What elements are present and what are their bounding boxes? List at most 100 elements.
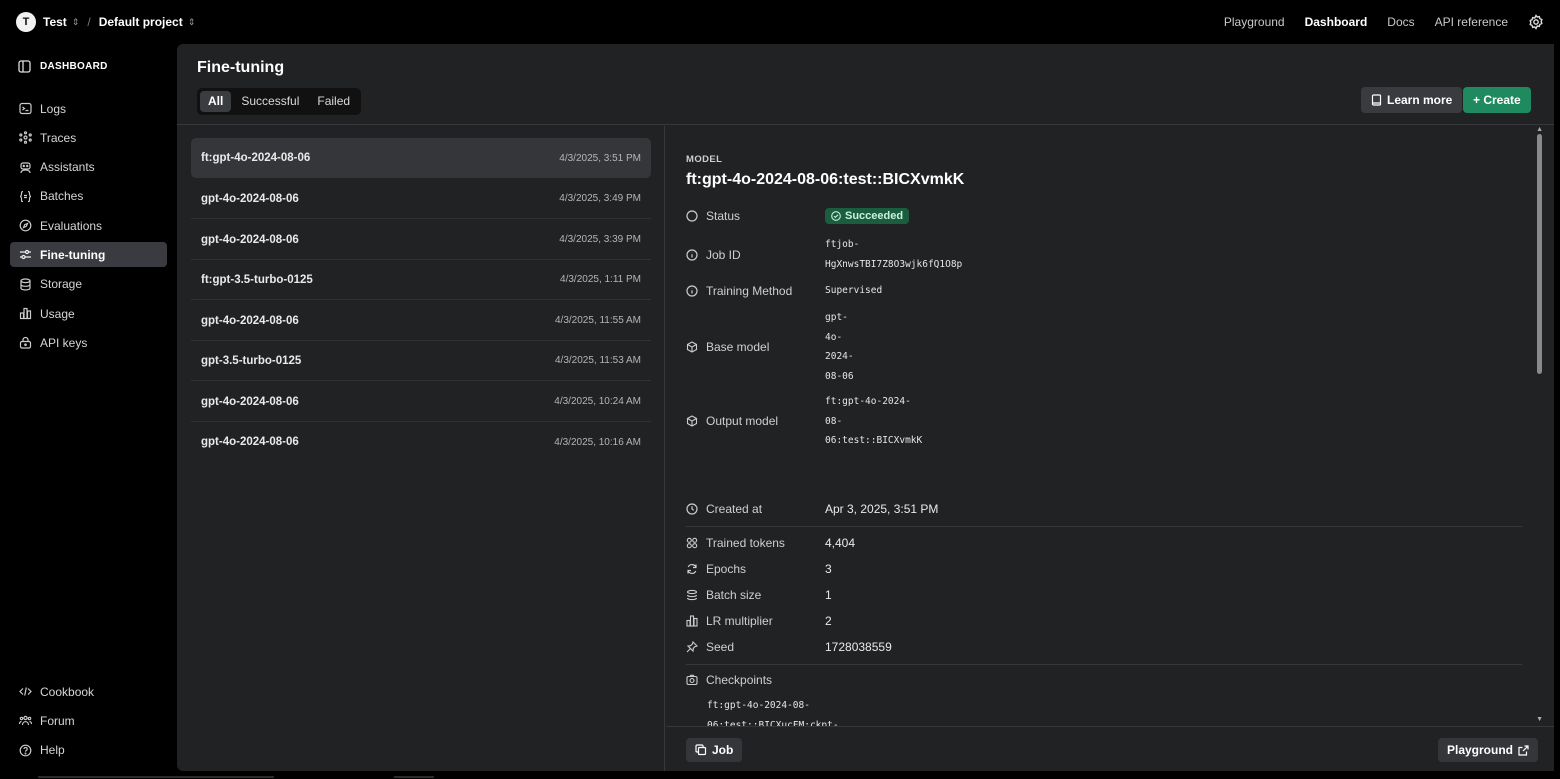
chevron-updown-icon[interactable]: ⇕ — [188, 17, 196, 28]
clock-icon — [686, 503, 698, 515]
sidebar-item-assistants[interactable]: Assistants — [10, 155, 167, 180]
job-detail-panel: MODEL ft:gpt-4o-2024-08-06:test::BICXvmk… — [666, 126, 1554, 771]
nav-docs[interactable]: Docs — [1387, 15, 1414, 29]
nav-api-reference[interactable]: API reference — [1435, 15, 1508, 29]
job-id-label-wrap: Job ID — [686, 248, 825, 262]
sidebar-item-label: Usage — [40, 306, 75, 321]
sidebar-item-label: Storage — [40, 277, 83, 292]
job-row[interactable]: gpt-4o-2024-08-06 4/3/2025, 10:16 AM — [191, 422, 651, 462]
sidebar-item-evaluations[interactable]: Evaluations — [10, 213, 167, 238]
epochs-row: Epochs 3 — [686, 562, 832, 576]
sidebar-item-label: Traces — [40, 130, 77, 145]
sidebar-item-label: API keys — [40, 335, 88, 350]
sidebar-item-api-keys[interactable]: API keys — [10, 330, 167, 355]
job-name: gpt-4o-2024-08-06 — [201, 436, 299, 448]
output-model-line: 06:test::BICXvmkK — [825, 435, 923, 446]
sidebar-header[interactable]: DASHBOARD — [18, 60, 108, 73]
nav-dashboard[interactable]: Dashboard — [1305, 15, 1368, 29]
output-model-label-wrap: Output model — [686, 414, 825, 428]
pin-icon — [686, 641, 698, 653]
job-list: ft:gpt-4o-2024-08-06 4/3/2025, 3:51 PM g… — [177, 126, 665, 771]
sidebar-item-forum[interactable]: Forum — [10, 708, 167, 733]
playground-button[interactable]: Playground — [1438, 738, 1539, 762]
sidebar-item-cookbook[interactable]: Cookbook — [10, 679, 167, 704]
job-id-value[interactable]: ftjob- HgXnwsTBI7Z8O3wjk6fQ1O8p — [825, 235, 962, 274]
sidebar-item-storage[interactable]: Storage — [10, 272, 167, 297]
job-row[interactable]: gpt-4o-2024-08-06 4/3/2025, 3:39 PM — [191, 220, 651, 260]
job-name: gpt-4o-2024-08-06 — [201, 192, 299, 205]
output-model-line: 08- — [825, 415, 843, 427]
status-label-wrap: Status — [686, 209, 825, 223]
base-model-label-wrap: Base model — [686, 340, 825, 354]
model-name: ft:gpt-4o-2024-08-06:test::BICXvmkK — [686, 171, 965, 188]
job-button[interactable]: Job — [686, 738, 743, 762]
base-model-line: gpt- — [825, 312, 848, 323]
job-time: 4/3/2025, 11:55 AM — [555, 315, 641, 326]
sidebar-item-label: Forum — [40, 713, 75, 728]
stack-icon — [686, 589, 698, 601]
job-row[interactable]: gpt-4o-2024-08-06 4/3/2025, 3:49 PM — [191, 179, 651, 219]
taskbar-segment — [394, 776, 434, 778]
sidebar-item-help[interactable]: Help — [10, 738, 167, 763]
detail-scrollbar[interactable] — [1537, 134, 1542, 374]
status-row: Status Succeeded — [686, 208, 910, 224]
job-row[interactable]: gpt-4o-2024-08-06 4/3/2025, 10:24 AM — [191, 382, 651, 422]
top-bar: T Test ⇕ / Default project ⇕ Playground … — [0, 0, 1560, 44]
org-avatar[interactable]: T — [16, 12, 36, 32]
seed-label: Seed — [706, 640, 735, 654]
batch-size-label: Batch size — [706, 588, 762, 602]
trained-tokens-label: Trained tokens — [706, 536, 785, 550]
trained-tokens-value: 4,404 — [825, 536, 856, 550]
sidebar-header-label: DASHBOARD — [40, 61, 108, 72]
bottom-strip — [0, 771, 1560, 779]
org-switcher[interactable]: Test — [43, 15, 67, 29]
sidebar-item-label: Logs — [40, 101, 67, 116]
job-detail-scroll[interactable]: MODEL ft:gpt-4o-2024-08-06:test::BICXvmk… — [666, 126, 1546, 726]
robot-icon — [20, 161, 31, 173]
sidebar-item-logs[interactable]: Logs — [10, 96, 167, 121]
chevron-updown-icon[interactable]: ⇕ — [72, 17, 80, 28]
sidebar-toggle-icon[interactable] — [18, 60, 31, 73]
scroll-down-arrow-icon[interactable]: ▼ — [1536, 716, 1543, 723]
epochs-value: 3 — [825, 562, 832, 576]
trained-tokens-row: Trained tokens 4,404 — [686, 536, 855, 550]
job-name: gpt-4o-2024-08-06 — [201, 395, 299, 408]
checkpoint-item[interactable]: ft:gpt-4o-2024-08- 06:test::BICXucFM:ckp… — [707, 696, 839, 726]
sliders-icon — [20, 250, 31, 260]
output-model-value[interactable]: ft:gpt-4o-2024- 08- 06:test::BICXvmkK — [825, 392, 922, 451]
page-header: Fine-tuning All Successful Failed Learn … — [177, 44, 1554, 125]
job-name: ft:gpt-4o-2024-08-06 — [201, 152, 311, 164]
sidebar-item-fine-tuning[interactable]: Fine-tuning — [10, 242, 167, 268]
seed-value: 1728038559 — [825, 640, 892, 654]
learn-more-button[interactable]: Learn more — [1361, 87, 1463, 113]
job-row[interactable]: gpt-3.5-turbo-0125 4/3/2025, 11:53 AM — [191, 341, 651, 381]
base-model-value[interactable]: gpt- 4o- 2024- 08-06 — [825, 308, 854, 386]
job-id-label: Job ID — [706, 247, 741, 262]
sidebar-item-usage[interactable]: Usage — [10, 301, 167, 326]
filter-successful[interactable]: Successful — [233, 91, 307, 112]
create-button[interactable]: + Create — [1463, 87, 1531, 113]
checkpoint-line: 06:test::BICXucFM:ckpt- — [707, 719, 839, 727]
cube-icon — [686, 341, 698, 353]
job-row[interactable]: gpt-4o-2024-08-06 4/3/2025, 11:55 AM — [191, 301, 651, 341]
main-panel: Fine-tuning All Successful Failed Learn … — [177, 44, 1554, 771]
tokens-icon — [686, 537, 698, 549]
sidebar-item-traces[interactable]: Traces — [10, 125, 167, 150]
sidebar-item-batches[interactable]: Batches — [10, 184, 167, 209]
sidebar-bottom: Cookbook Forum Help — [10, 679, 167, 767]
training-method-row: Training Method Supervised — [686, 281, 882, 301]
lr-multiplier-row: LR multiplier 2 — [686, 614, 832, 628]
people-icon — [19, 716, 32, 726]
filter-all[interactable]: All — [200, 91, 232, 112]
settings-gear-icon[interactable] — [1528, 14, 1544, 30]
sidebar-item-label: Cookbook — [40, 684, 95, 699]
status-filter: All Successful Failed — [197, 88, 362, 115]
job-row[interactable]: ft:gpt-3.5-turbo-0125 4/3/2025, 1:11 PM — [191, 260, 651, 300]
sidebar-nav: Logs Traces Assistants Batches Evaluatio… — [10, 96, 167, 360]
nav-playground[interactable]: Playground — [1224, 15, 1285, 29]
project-switcher[interactable]: Default project — [99, 15, 183, 29]
scroll-up-arrow-icon[interactable]: ▲ — [1536, 126, 1543, 133]
job-button-label: Job — [712, 743, 734, 757]
job-row-selected[interactable]: ft:gpt-4o-2024-08-06 4/3/2025, 3:51 PM — [191, 138, 651, 178]
filter-failed[interactable]: Failed — [309, 91, 358, 112]
